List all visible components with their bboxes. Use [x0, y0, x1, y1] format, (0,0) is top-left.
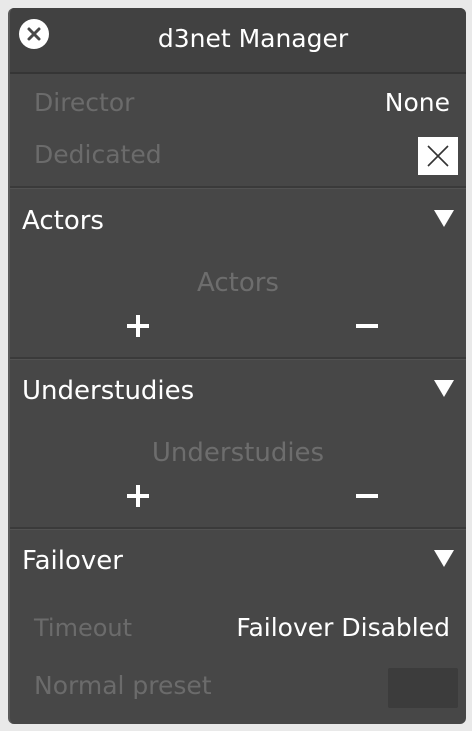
- divider: [10, 357, 466, 360]
- timeout-value[interactable]: Failover Disabled: [236, 608, 450, 648]
- x-mark-icon: [427, 145, 449, 167]
- d3net-manager-panel: d3net Manager Director None Dedicated Ac…: [8, 8, 466, 724]
- title-bar: d3net Manager: [10, 8, 466, 74]
- director-row: Director None: [10, 83, 466, 123]
- understudies-header-label: Understudies: [22, 376, 195, 406]
- actors-header-label: Actors: [22, 206, 104, 236]
- collapse-triangle-icon[interactable]: [434, 550, 454, 567]
- director-label: Director: [34, 88, 135, 117]
- director-value[interactable]: None: [385, 83, 450, 123]
- remove-actor-minus-icon[interactable]: [356, 314, 380, 338]
- divider: [10, 186, 466, 189]
- timeout-row: Timeout Failover Disabled: [10, 608, 466, 648]
- add-understudy-plus-icon[interactable]: [127, 484, 151, 508]
- failover-section-header[interactable]: Failover: [10, 538, 466, 584]
- actors-section-header[interactable]: Actors: [10, 198, 466, 244]
- dedicated-label: Dedicated: [34, 140, 162, 169]
- remove-understudy-minus-icon[interactable]: [356, 484, 380, 508]
- divider: [10, 527, 466, 530]
- dedicated-row: Dedicated: [10, 135, 466, 175]
- normal-preset-row: Normal preset: [10, 666, 466, 708]
- dedicated-checkbox[interactable]: [418, 137, 458, 175]
- normal-preset-label: Normal preset: [34, 671, 212, 700]
- failover-header-label: Failover: [22, 546, 123, 576]
- collapse-triangle-icon[interactable]: [434, 380, 454, 397]
- actors-list-label: Actors: [197, 268, 279, 298]
- collapse-triangle-icon[interactable]: [434, 210, 454, 227]
- understudies-list-label: Understudies: [151, 438, 325, 468]
- normal-preset-field[interactable]: [388, 668, 458, 708]
- window-title: d3net Manager: [157, 24, 349, 53]
- understudies-section-header[interactable]: Understudies: [10, 368, 466, 414]
- timeout-label: Timeout: [34, 614, 133, 642]
- add-actor-plus-icon[interactable]: [127, 314, 151, 338]
